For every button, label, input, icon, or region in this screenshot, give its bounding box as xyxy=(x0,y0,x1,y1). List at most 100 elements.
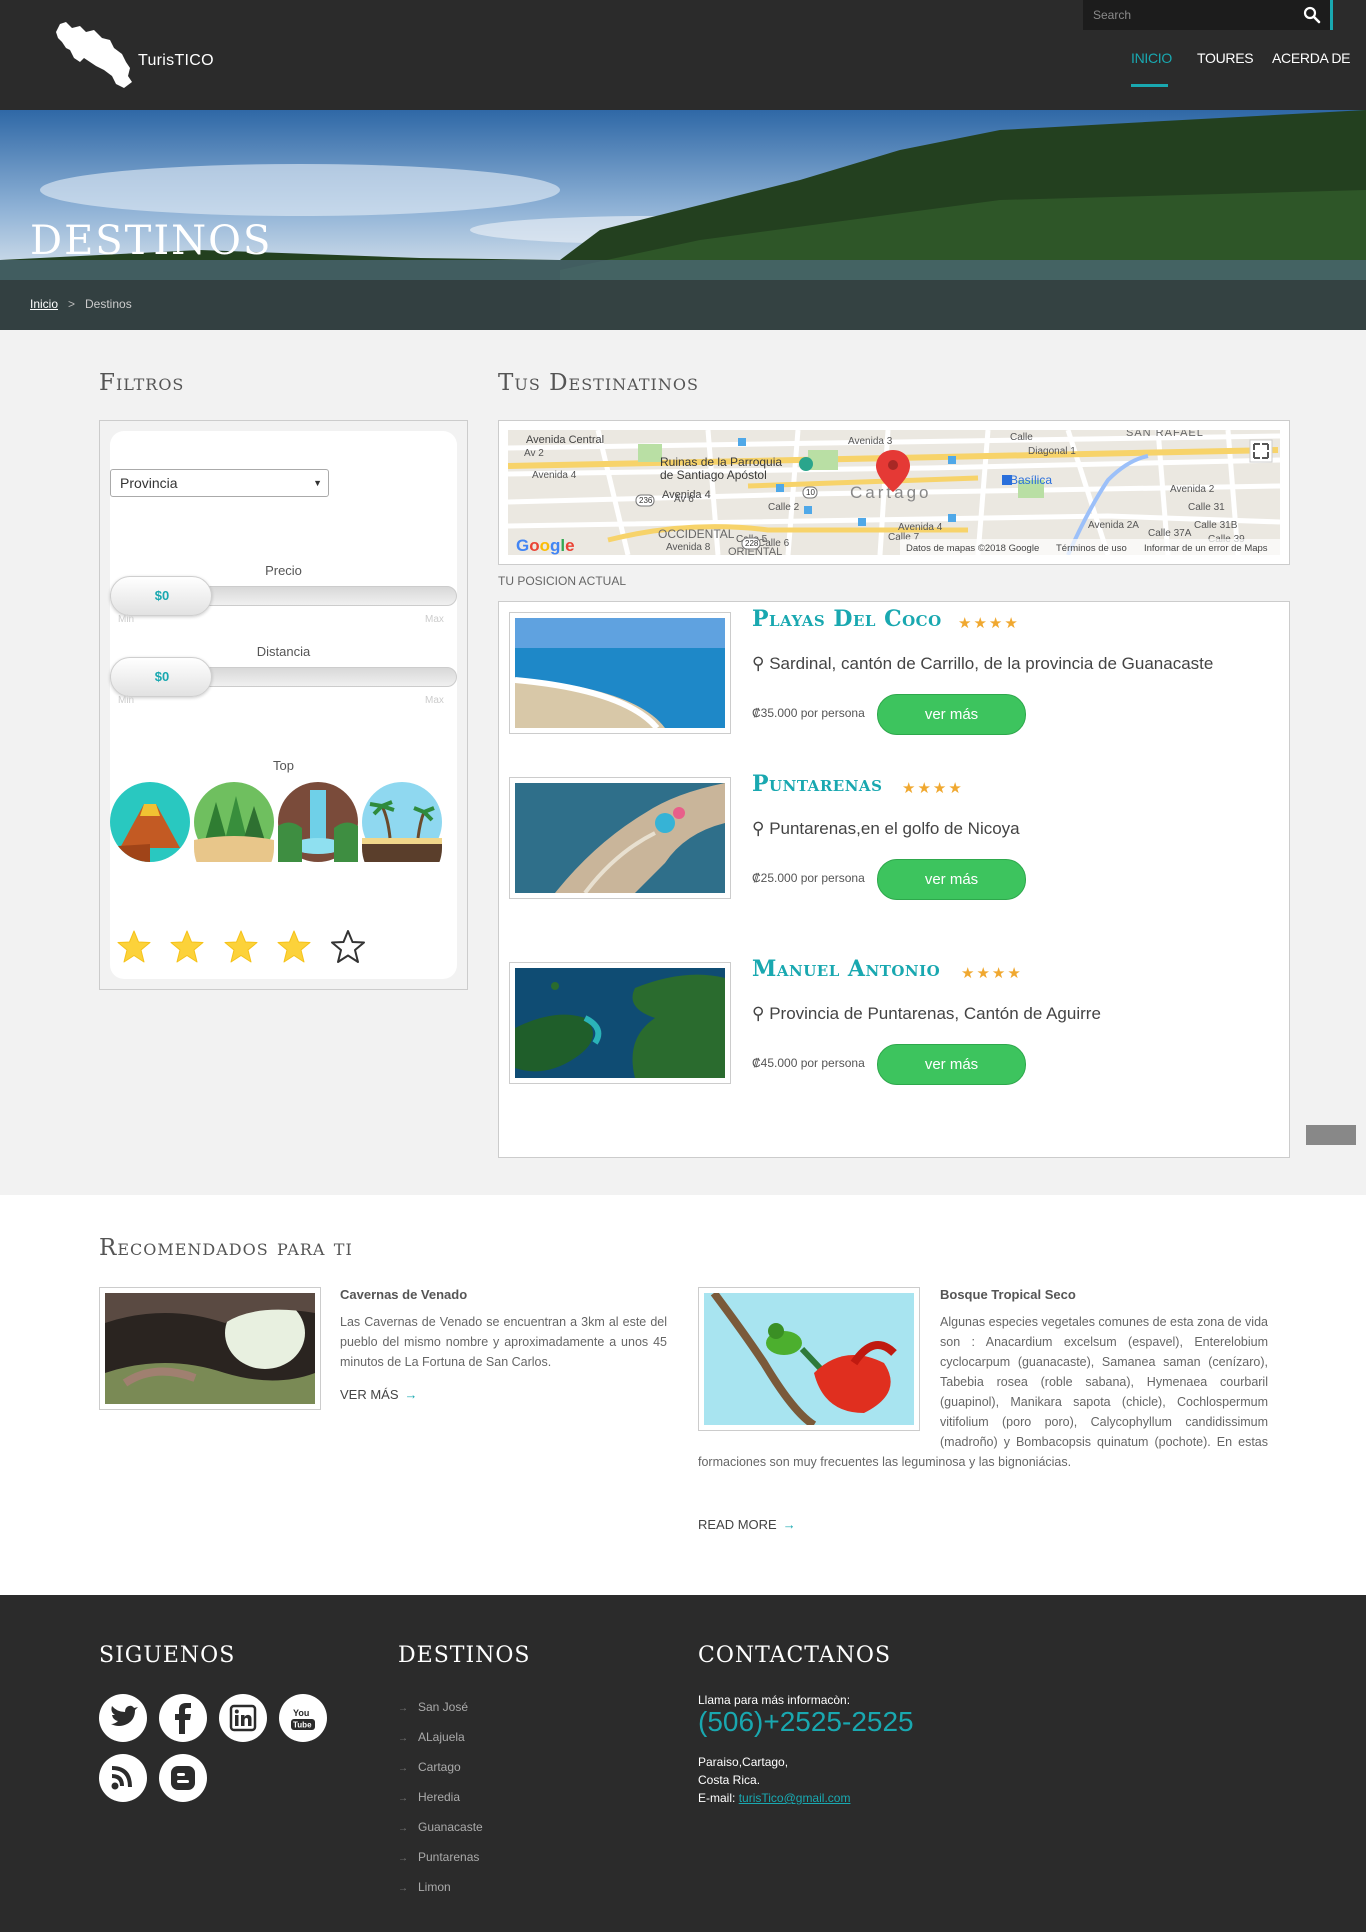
svg-text:SAN RAFAEL: SAN RAFAEL xyxy=(1126,430,1204,439)
nav-acerca-de[interactable]: ACERDA DE xyxy=(1272,50,1351,66)
price-slider-handle[interactable]: $0 xyxy=(110,576,212,616)
svg-text:Informar de un error de Maps: Informar de un error de Maps xyxy=(1144,543,1268,554)
footer-link-heredia[interactable]: → Heredia xyxy=(398,1790,460,1804)
blogger-icon[interactable] xyxy=(159,1754,207,1802)
youtube-icon[interactable]: You Tube xyxy=(279,1694,327,1742)
breadcrumb-home-link[interactable]: Inicio xyxy=(30,297,58,311)
arrow-right-icon: → xyxy=(398,1883,408,1894)
svg-text:10: 10 xyxy=(806,488,815,497)
destination-stars: ★★★★ xyxy=(961,965,1023,982)
footer-link-limon[interactable]: → Limon xyxy=(398,1880,451,1894)
ver-mas-link[interactable]: VER MÁS → xyxy=(340,1387,418,1402)
svg-text:Avenida 8: Avenida 8 xyxy=(666,542,711,553)
nav-active-indicator xyxy=(1131,84,1168,87)
email-label: E-mail: xyxy=(698,1791,736,1805)
manuel-antonio-image[interactable] xyxy=(509,962,731,1084)
dropdown-arrow-icon: ▼ xyxy=(313,478,322,488)
filters-title: Filtros xyxy=(99,370,185,396)
footer-link-cartago[interactable]: → Cartago xyxy=(398,1760,461,1774)
site-header: TurisTICO INICIO TOURES ACERDA DE xyxy=(0,0,1366,110)
nav-inicio[interactable]: INICIO xyxy=(1131,50,1172,66)
destination-location: ⚲ Puntarenas,en el golfo de Nicoya xyxy=(752,819,1020,838)
map-canvas: Avenida Central Av 2 Avenida 4 Ruinas de… xyxy=(508,430,1280,555)
distance-min-label: Min xyxy=(118,695,135,706)
ver-mas-button[interactable]: ver más xyxy=(877,1044,1026,1085)
ver-mas-button[interactable]: ver más xyxy=(877,859,1026,900)
scroll-to-top-button[interactable] xyxy=(1306,1125,1356,1145)
footer-link-guanacaste[interactable]: → Guanacaste xyxy=(398,1820,483,1834)
rating-star-icon[interactable] xyxy=(276,929,312,965)
recommendation-title[interactable]: Cavernas de Venado xyxy=(340,1287,467,1302)
svg-text:Datos de mapas ©2018 Google: Datos de mapas ©2018 Google xyxy=(906,543,1039,554)
svg-text:228: 228 xyxy=(745,539,759,548)
rating-star-icon[interactable] xyxy=(116,929,152,965)
page-title: DESTINOS xyxy=(30,218,273,264)
address-line-1: Paraiso,Cartago, xyxy=(698,1755,789,1769)
rss-icon[interactable] xyxy=(99,1754,147,1802)
distance-max-label: Max xyxy=(425,695,444,706)
breadcrumb-current: Destinos xyxy=(85,297,132,311)
svg-text:Calle 37A: Calle 37A xyxy=(1148,528,1192,539)
linkedin-icon[interactable] xyxy=(219,1694,267,1742)
arrow-right-icon: → xyxy=(782,1517,796,1532)
distance-slider-value: $0 xyxy=(154,669,170,684)
footer-link-san-jose[interactable]: → San José xyxy=(398,1700,468,1714)
email-link[interactable]: turisTico@gmail.com xyxy=(739,1791,851,1805)
svg-text:Avenida 2A: Avenida 2A xyxy=(1088,520,1139,531)
destination-price: ₡35.000 por persona xyxy=(752,706,865,720)
svg-text:Av 2: Av 2 xyxy=(524,448,544,459)
contact-call-label: Llama para más informacòn: xyxy=(698,1693,851,1707)
forest-icon[interactable] xyxy=(194,782,274,888)
ver-mas-button[interactable]: ver más xyxy=(877,694,1026,735)
playas-del-coco-image[interactable] xyxy=(509,612,731,734)
recommendations-section: Recomendados para ti Cavernas de Venado … xyxy=(0,1195,1366,1595)
search-icon[interactable] xyxy=(1303,6,1321,24)
logo-text: TurisTICO xyxy=(138,52,214,69)
filters-panel: Provincia ▼ Precio $0 Min Max Distancia … xyxy=(99,420,468,990)
facebook-icon[interactable] xyxy=(159,1694,207,1742)
svg-text:OCCIDENTAL: OCCIDENTAL xyxy=(658,527,735,541)
provincia-select[interactable]: Provincia ▼ xyxy=(110,469,329,497)
svg-text:Google: Google xyxy=(516,536,575,555)
twitter-icon[interactable] xyxy=(99,1694,147,1742)
arrow-right-icon: → xyxy=(398,1763,408,1774)
current-position-label: TU POSICION ACTUAL xyxy=(498,574,627,588)
volcano-icon[interactable] xyxy=(110,782,190,862)
svg-text:Calle 31: Calle 31 xyxy=(1188,502,1225,513)
recommendation-title[interactable]: Bosque Tropical Seco xyxy=(940,1287,1076,1302)
footer-link-alajuela[interactable]: → ALajuela xyxy=(398,1730,465,1744)
svg-text:Diagonal 1: Diagonal 1 xyxy=(1028,446,1076,457)
rating-star-icon[interactable] xyxy=(330,929,366,965)
recommendation-text: Algunas especies vegetales comunes de es… xyxy=(698,1315,1268,1469)
rating-star-icon[interactable] xyxy=(223,929,259,965)
puntarenas-image[interactable] xyxy=(509,777,731,899)
waterfall-icon[interactable] xyxy=(278,782,358,862)
nav-toures[interactable]: TOURES xyxy=(1197,50,1254,66)
breadcrumb xyxy=(0,280,1366,330)
rating-star-icon[interactable] xyxy=(169,929,205,965)
search-input[interactable] xyxy=(1083,0,1293,30)
destination-stars: ★★★★ xyxy=(902,780,964,797)
breadcrumb-separator: > xyxy=(68,297,76,311)
svg-text:Calle 31B: Calle 31B xyxy=(1194,520,1238,531)
svg-text:Calle: Calle xyxy=(1010,432,1033,443)
footer-link-puntarenas[interactable]: → Puntarenas xyxy=(398,1850,479,1864)
social-title: SIGUENOS xyxy=(99,1643,236,1668)
price-slider-value: $0 xyxy=(154,588,170,603)
distance-slider-handle[interactable]: $0 xyxy=(110,657,212,697)
recommendation-text: Las Cavernas de Venado se encuentran a 3… xyxy=(340,1315,667,1369)
search-box xyxy=(1083,0,1333,30)
contact-email-line: E-mail: turisTico@gmail.com xyxy=(698,1791,850,1805)
contact-title: CONTACTANOS xyxy=(698,1643,892,1668)
cavernas-image[interactable] xyxy=(99,1287,321,1410)
destination-name[interactable]: Playas Del Coco xyxy=(752,606,942,632)
google-map[interactable]: Avenida Central Av 2 Avenida 4 Ruinas de… xyxy=(508,430,1280,555)
destinations-list: Playas Del Coco ★★★★ ⚲ Sardinal, cantón … xyxy=(498,601,1290,1158)
svg-text:Basílica: Basílica xyxy=(1010,473,1052,487)
destination-name[interactable]: Puntarenas xyxy=(752,771,882,797)
contact-phone[interactable]: (506)+2525-2525 xyxy=(698,1706,914,1738)
read-more-link[interactable]: READ MORE → xyxy=(698,1517,796,1532)
destination-name[interactable]: Manuel Antonio xyxy=(752,956,940,982)
beach-icon[interactable] xyxy=(362,782,442,888)
arrow-right-icon: → xyxy=(404,1387,418,1402)
